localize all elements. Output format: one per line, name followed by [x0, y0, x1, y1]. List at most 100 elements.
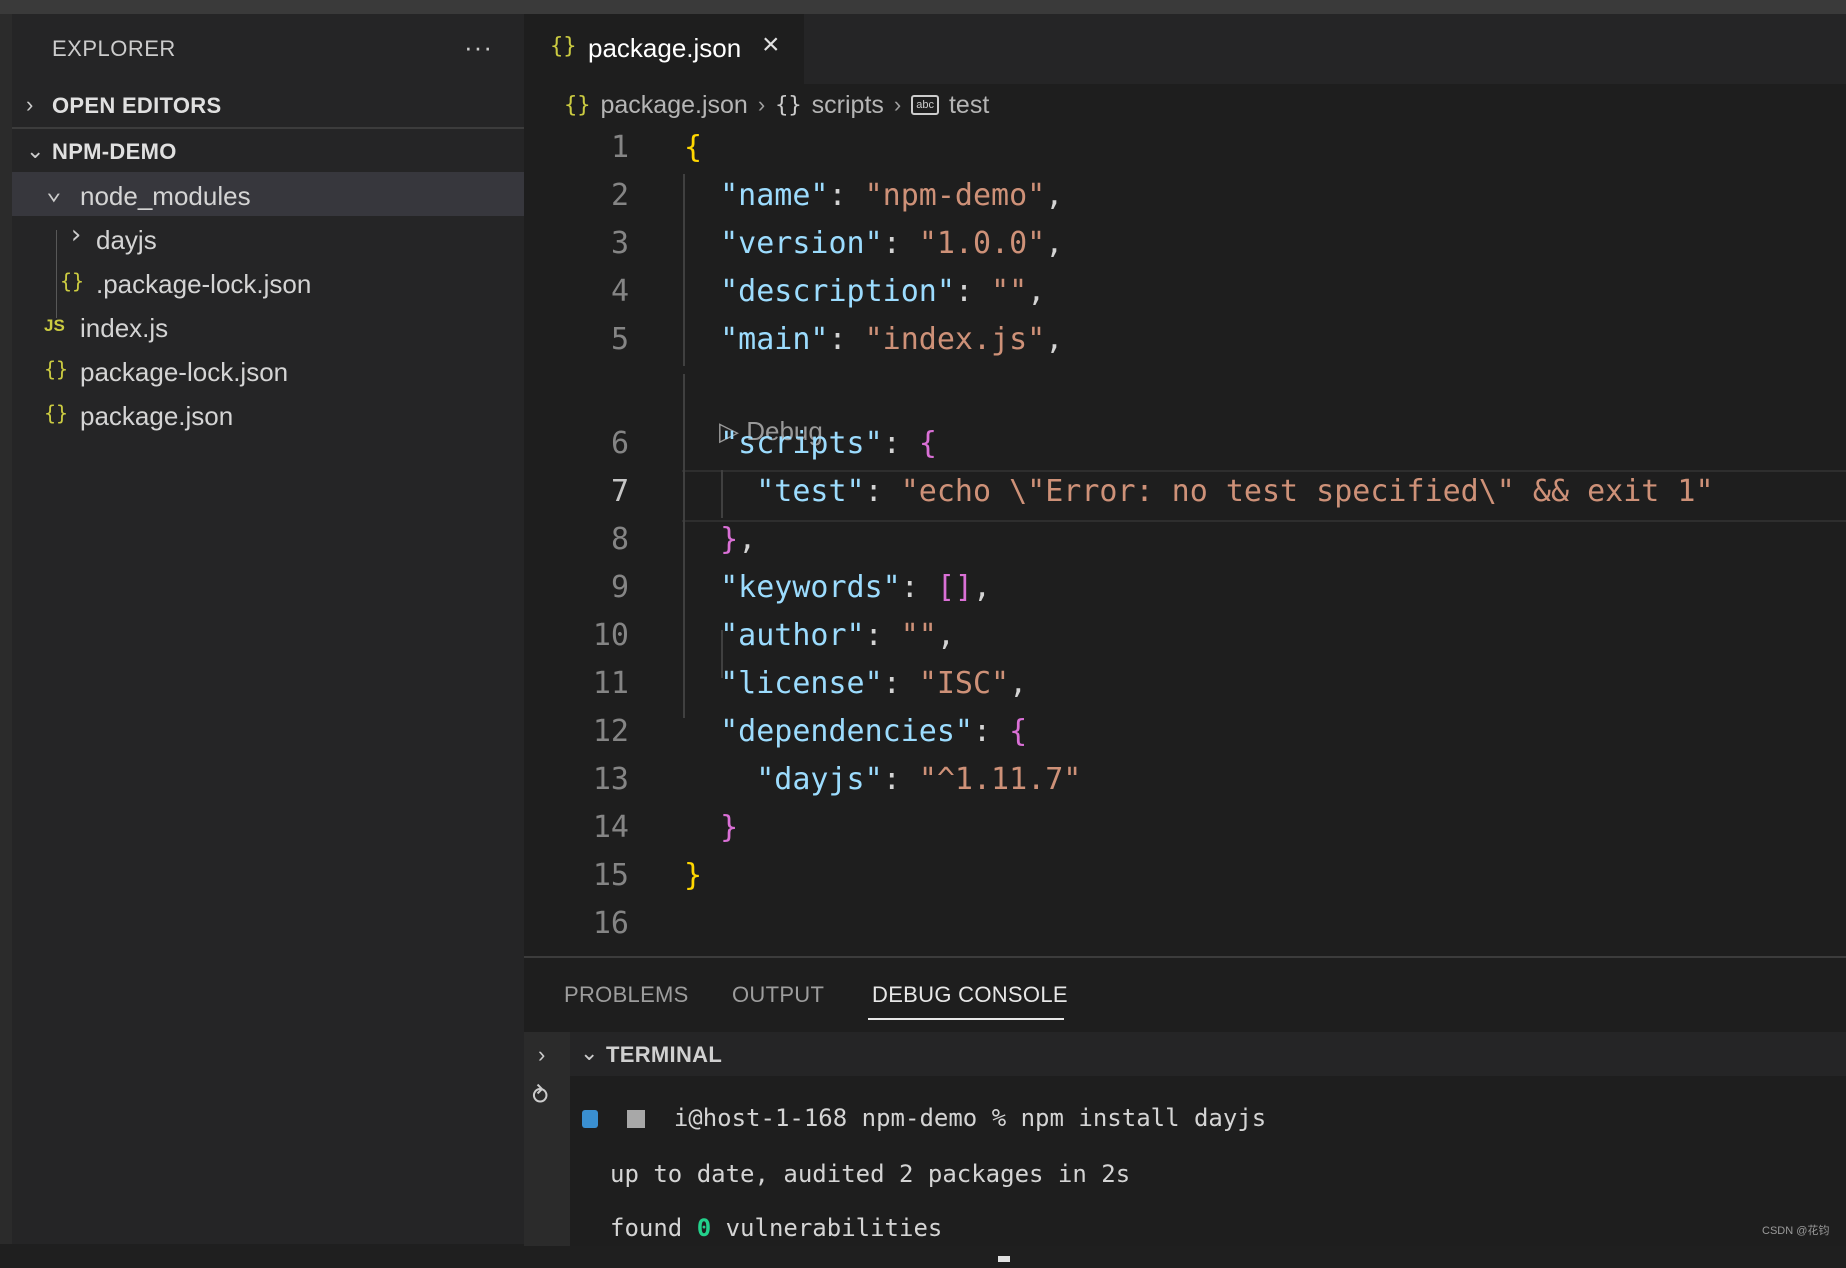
tab-output[interactable]: OUTPUT — [732, 982, 824, 1008]
code-line: 4 "description": "", — [524, 270, 1846, 318]
code-line: 6 "scripts": { — [524, 422, 1846, 470]
terminal-line: i@host-1-168 npm-demo % npm install dayj… — [582, 1104, 1266, 1132]
terminal-label: TERMINAL — [606, 1042, 723, 1067]
code-line: 11 "license": "ISC", — [524, 662, 1846, 710]
tree-item-label: node_modules — [80, 181, 251, 211]
code-line: 5 "main": "index.js", — [524, 318, 1846, 366]
line-number: 13 — [592, 762, 629, 797]
code-text: "dayjs": "^1.11.7" — [756, 762, 1082, 797]
code-text: "author": "", — [720, 618, 955, 653]
js-file-icon: JS — [44, 316, 65, 335]
section-open-editors[interactable]: › OPEN EDITORS — [12, 84, 524, 126]
terminal-section-header[interactable]: ⌄ TERMINAL — [570, 1032, 1846, 1076]
title-bar — [0, 0, 1846, 14]
chevron-down-icon: ⌄ — [26, 138, 45, 163]
tree-item-label: package-lock.json — [80, 357, 289, 387]
line-number: 12 — [592, 714, 629, 749]
line-number: 3 — [610, 226, 629, 261]
code-text: } — [684, 858, 703, 893]
breadcrumb: {} package.json › {} scripts › abc test — [564, 90, 989, 126]
divider — [12, 127, 524, 129]
line-number: 15 — [592, 858, 629, 893]
tab-package-json[interactable]: {} package.json × — [524, 14, 804, 84]
code-text: "version": "1.0.0", — [720, 226, 1064, 261]
command-decoration-icon — [582, 1110, 598, 1128]
line-number: 1 — [610, 130, 629, 165]
json-file-icon: {} — [60, 269, 85, 293]
code-text: { — [684, 130, 703, 165]
line-number: 9 — [610, 570, 629, 605]
line-number: 11 — [592, 666, 629, 701]
section-project[interactable]: ⌄ NPM-DEMO — [12, 130, 524, 172]
section-label: OPEN EDITORS — [52, 93, 222, 118]
chevron-right-icon[interactable]: › — [538, 1042, 545, 1068]
line-number: 10 — [592, 618, 629, 653]
code-line: 16 — [524, 902, 1846, 950]
chevron-down-icon: ⌄ — [580, 1040, 599, 1065]
tree-item-label: dayjs — [96, 225, 157, 255]
json-file-icon: {} — [550, 34, 577, 59]
string-icon: abc — [911, 95, 939, 116]
tree-item-node-modules[interactable]: ⌄ node_modules — [12, 172, 524, 216]
chevron-right-icon: › — [757, 92, 766, 118]
line-number: 6 — [610, 426, 629, 461]
more-actions-icon[interactable]: ··· — [464, 32, 493, 63]
code-text: } — [720, 810, 739, 845]
breadcrumb-key[interactable]: test — [949, 91, 989, 120]
code-text: "keywords": [], — [720, 570, 992, 605]
editor-area: {} package.json × {} package.json › {} scrip… — [524, 14, 1846, 956]
terminal-output[interactable]: i@host-1-168 npm-demo % npm install dayj… — [570, 1076, 1846, 1262]
line-number: 4 — [610, 274, 629, 309]
active-tab-indicator — [868, 1018, 1064, 1020]
watermark: CSDN @花钧 — [1762, 1225, 1830, 1237]
stop-icon — [626, 1110, 645, 1128]
debug-terminal-icon[interactable]: ⥁ — [532, 1082, 548, 1111]
json-file-icon: {} — [44, 401, 69, 425]
code-line: 1 { — [524, 126, 1846, 174]
line-number: 8 — [610, 522, 629, 557]
code-line: 9 "keywords": [], — [524, 566, 1846, 614]
code-text: "name": "npm-demo", — [720, 178, 1064, 213]
line-number: 2 — [610, 178, 629, 213]
object-icon: {} — [775, 92, 802, 118]
code-editor[interactable]: 1 { 2 "name": "npm-demo", 3 "version": "… — [524, 126, 1846, 956]
close-icon[interactable]: × — [762, 28, 780, 62]
tree-item-dayjs[interactable]: › dayjs — [12, 216, 524, 260]
line-number: 5 — [610, 322, 629, 357]
breadcrumb-object[interactable]: scripts — [812, 91, 884, 120]
tree-item-package-lock[interactable]: {} package-lock.json — [12, 348, 524, 392]
panel-toolbar: › ⥁ — [524, 1032, 570, 1246]
tree-item-package-json[interactable]: {} package.json — [12, 392, 524, 436]
terminal-line: up to date, audited 2 packages in 2s — [610, 1160, 1131, 1188]
tree-item-dot-package-lock[interactable]: {} .package-lock.json — [12, 260, 524, 304]
chevron-right-icon: › — [893, 92, 902, 118]
code-line: 13 "dayjs": "^1.11.7" — [524, 758, 1846, 806]
code-text: "scripts": { — [720, 426, 937, 461]
line-number: 7 — [610, 474, 629, 509]
tab-bar: {} package.json × — [524, 14, 1846, 84]
code-line: 8 }, — [524, 518, 1846, 566]
json-file-icon: {} — [564, 92, 591, 118]
tab-label: package.json — [588, 33, 742, 63]
tree-item-label: package.json — [80, 401, 234, 431]
code-line: 14 } — [524, 806, 1846, 854]
json-file-icon: {} — [44, 357, 69, 381]
code-text: "description": "", — [720, 274, 1046, 309]
code-line: 12 "dependencies": { — [524, 710, 1846, 758]
code-line: 10 "author": "", — [524, 614, 1846, 662]
terminal-cursor — [998, 1240, 1010, 1268]
tree-item-index-js[interactable]: JS index.js — [12, 304, 524, 348]
tree-item-label: .package-lock.json — [96, 269, 312, 299]
line-number: 16 — [592, 906, 629, 941]
chevron-right-icon: › — [26, 92, 34, 117]
activity-bar — [0, 14, 12, 1244]
code-text: "test": "echo \"Error: no test specified… — [756, 474, 1714, 509]
breadcrumb-file[interactable]: package.json — [601, 91, 748, 120]
tab-debug-console[interactable]: DEBUG CONSOLE — [872, 982, 1068, 1008]
section-label: NPM-DEMO — [52, 139, 177, 164]
code-line: 15 } — [524, 854, 1846, 902]
bottom-panel: PROBLEMS OUTPUT DEBUG CONSOLE › ⥁ ⌄ TERM… — [524, 956, 1846, 1262]
line-number: 14 — [592, 810, 629, 845]
tree-item-label: index.js — [80, 313, 169, 343]
tab-problems[interactable]: PROBLEMS — [564, 982, 689, 1008]
